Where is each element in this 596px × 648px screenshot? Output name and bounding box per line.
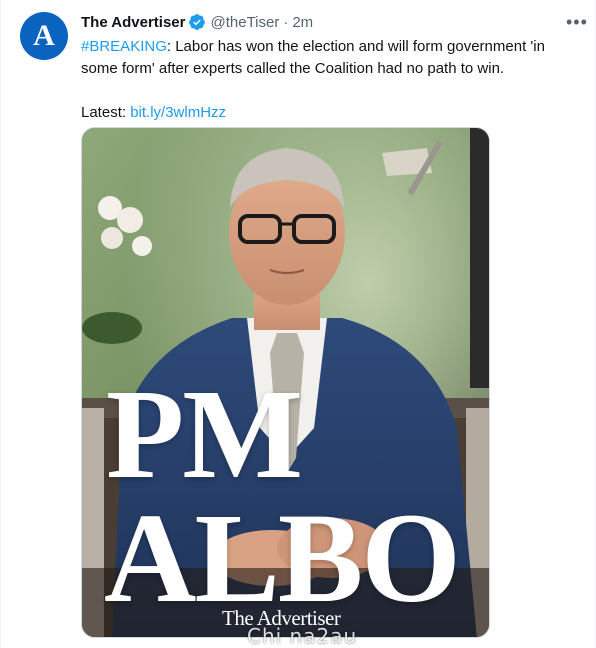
verified-badge-icon <box>189 14 206 30</box>
watermark: Chi na2au <box>247 624 358 648</box>
tweet-image[interactable]: PM ALBO The Advertiser <box>81 127 490 638</box>
latest-label: Latest: <box>81 104 131 121</box>
separator-dot: · <box>283 13 289 31</box>
tweet-text: #BREAKING: Labor has won the election an… <box>81 36 581 124</box>
tweet-header: The Advertiser @theTiser · 2m <box>81 13 313 31</box>
timestamp[interactable]: 2m <box>292 14 313 31</box>
hashtag-link[interactable]: #BREAKING <box>81 38 167 55</box>
headline-line-2: ALBO <box>104 487 461 629</box>
author-handle[interactable]: @theTiser <box>210 14 279 31</box>
avatar[interactable]: A <box>20 12 68 60</box>
author-name[interactable]: The Advertiser <box>81 14 185 31</box>
short-link[interactable]: bit.ly/3wlmHzz <box>130 104 226 121</box>
headline-line-1: PM <box>106 363 303 505</box>
tweet-card[interactable]: A The Advertiser @theTiser · 2m ••• #BRE… <box>0 0 596 648</box>
more-options-icon[interactable]: ••• <box>566 12 588 33</box>
